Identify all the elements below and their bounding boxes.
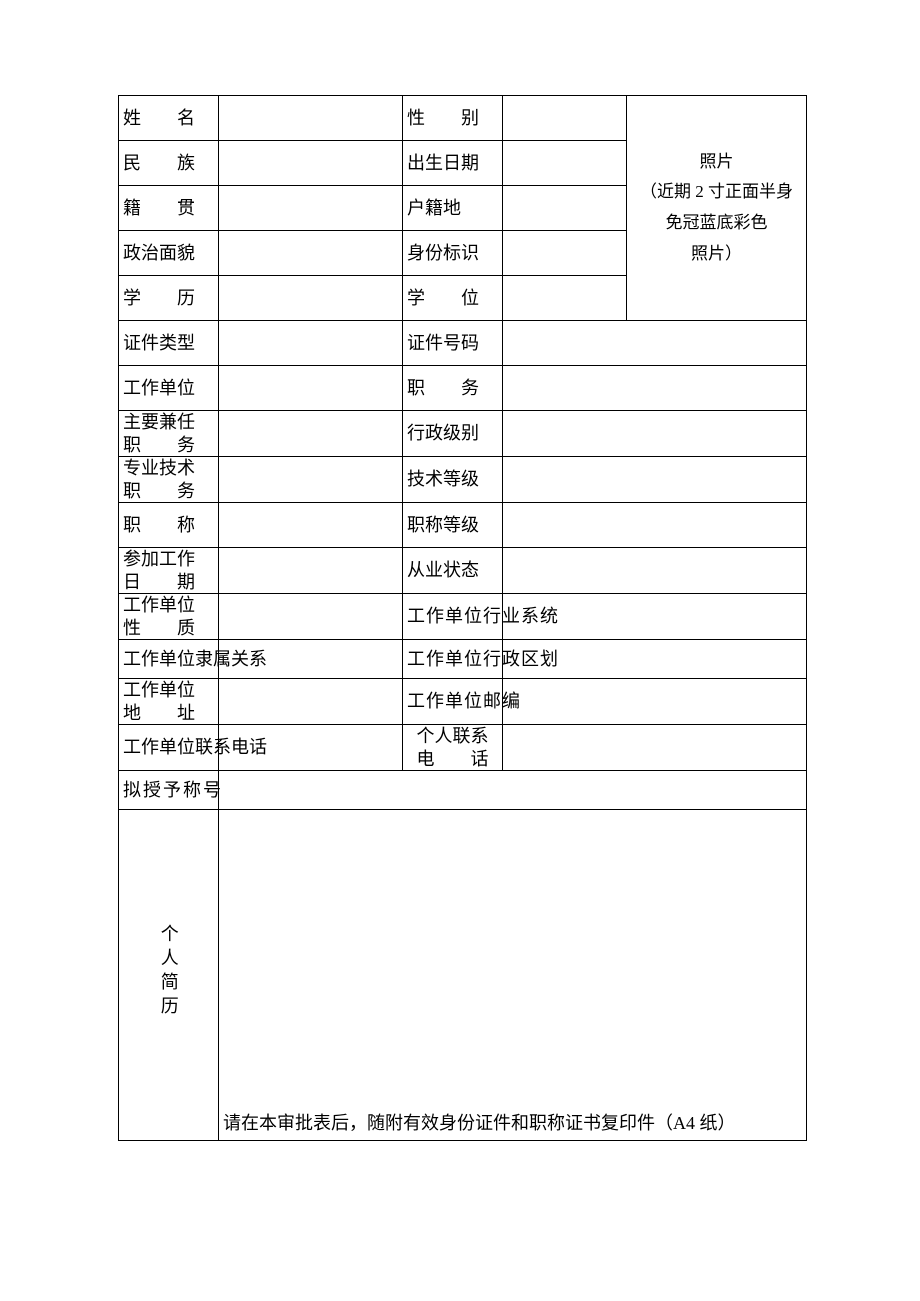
label-idtype: 证件类型 (119, 321, 219, 366)
table-row: 专业技术 职 务 技术等级 (119, 457, 807, 503)
label-work-start: 参加工作 日 期 (119, 548, 219, 594)
label-resume: 个人简历 (119, 810, 219, 1141)
label-degree: 学 位 (403, 276, 503, 321)
label-politics: 政治面貌 (119, 231, 219, 276)
label-title-grade: 职称等级 (403, 503, 503, 548)
photo-cell: 照片 （近期 2 寸正面半身 免冠蓝底彩色 照片） (627, 96, 807, 321)
value-idnum[interactable] (503, 321, 807, 366)
value-tech-grade[interactable] (503, 457, 807, 503)
value-title-grade[interactable] (503, 503, 807, 548)
table-row: 主要兼任 职 务 行政级别 (119, 411, 807, 457)
label-position: 职 务 (403, 366, 503, 411)
photo-line2: （近期 2 寸正面半身 (631, 177, 802, 208)
value-employer-address[interactable] (219, 679, 403, 725)
table-row: 职 称 职称等级 (119, 503, 807, 548)
label-employer: 工作单位 (119, 366, 219, 411)
value-identity[interactable] (503, 231, 627, 276)
label-education: 学 历 (119, 276, 219, 321)
photo-line1: 照片 (631, 147, 802, 178)
label-employer-zip: 工作单位邮编 (403, 679, 503, 725)
table-row: 工作单位 职 务 (119, 366, 807, 411)
label-birth: 出生日期 (403, 141, 503, 186)
label-hukou: 户籍地 (403, 186, 503, 231)
value-birth[interactable] (503, 141, 627, 186)
label-employer-industry: 工作单位行业系统 (403, 594, 503, 640)
label-proposed-title: 拟授予称号 (119, 771, 219, 810)
label-employer-phone: 工作单位联系电话 (119, 725, 219, 771)
table-row: 个人简历 请在本审批表后，随附有效身份证件和职称证书复印件（A4 纸） (119, 810, 807, 1141)
value-gender[interactable] (503, 96, 627, 141)
label-admin-rank: 行政级别 (403, 411, 503, 457)
value-concurrent[interactable] (219, 411, 403, 457)
label-identity: 身份标识 (403, 231, 503, 276)
value-ethnicity[interactable] (219, 141, 403, 186)
label-tech-post: 专业技术 职 务 (119, 457, 219, 503)
label-resume-text: 个人简历 (157, 924, 180, 1020)
label-employer-region: 工作单位行政区划 (403, 640, 503, 679)
value-education[interactable] (219, 276, 403, 321)
table-row: 证件类型 证件号码 (119, 321, 807, 366)
value-position[interactable] (503, 366, 807, 411)
photo-line3: 免冠蓝底彩色 (631, 208, 802, 239)
value-hukou[interactable] (503, 186, 627, 231)
label-idnum: 证件号码 (403, 321, 503, 366)
label-tech-grade: 技术等级 (403, 457, 503, 503)
label-employer-nature: 工作单位 性 质 (119, 594, 219, 640)
table-row: 工作单位 地 址 工作单位邮编 (119, 679, 807, 725)
value-employer[interactable] (219, 366, 403, 411)
label-gender: 性 别 (403, 96, 503, 141)
label-work-status: 从业状态 (403, 548, 503, 594)
photo-line4: 照片） (631, 239, 802, 270)
value-work-start[interactable] (219, 548, 403, 594)
table-row: 工作单位联系电话 个人联系 电 话 (119, 725, 807, 771)
table-row: 工作单位隶属关系 工作单位行政区划 (119, 640, 807, 679)
value-personal-phone[interactable] (503, 725, 807, 771)
value-origin[interactable] (219, 186, 403, 231)
value-employer-zip[interactable] (503, 679, 807, 725)
value-degree[interactable] (503, 276, 627, 321)
label-concurrent: 主要兼任 职 务 (119, 411, 219, 457)
value-resume[interactable]: 请在本审批表后，随附有效身份证件和职称证书复印件（A4 纸） (219, 810, 807, 1141)
label-origin: 籍 贯 (119, 186, 219, 231)
table-row: 姓 名 性 别 照片 （近期 2 寸正面半身 免冠蓝底彩色 照片） (119, 96, 807, 141)
label-name: 姓 名 (119, 96, 219, 141)
label-employer-address: 工作单位 地 址 (119, 679, 219, 725)
value-idtype[interactable] (219, 321, 403, 366)
value-title[interactable] (219, 503, 403, 548)
table-row: 参加工作 日 期 从业状态 (119, 548, 807, 594)
label-title: 职 称 (119, 503, 219, 548)
value-proposed-title[interactable] (219, 771, 807, 810)
footer-note: 请在本审批表后，随附有效身份证件和职称证书复印件（A4 纸） (223, 1112, 802, 1135)
value-tech-post[interactable] (219, 457, 403, 503)
table-row: 工作单位 性 质 工作单位行业系统 (119, 594, 807, 640)
label-personal-phone: 个人联系 电 话 (403, 725, 503, 771)
value-admin-rank[interactable] (503, 411, 807, 457)
label-employer-affiliation: 工作单位隶属关系 (119, 640, 219, 679)
label-ethnicity: 民 族 (119, 141, 219, 186)
value-employer-nature[interactable] (219, 594, 403, 640)
value-politics[interactable] (219, 231, 403, 276)
value-work-status[interactable] (503, 548, 807, 594)
value-name[interactable] (219, 96, 403, 141)
form-table: 姓 名 性 别 照片 （近期 2 寸正面半身 免冠蓝底彩色 照片） 民 族 出生… (118, 95, 807, 1141)
table-row: 拟授予称号 (119, 771, 807, 810)
